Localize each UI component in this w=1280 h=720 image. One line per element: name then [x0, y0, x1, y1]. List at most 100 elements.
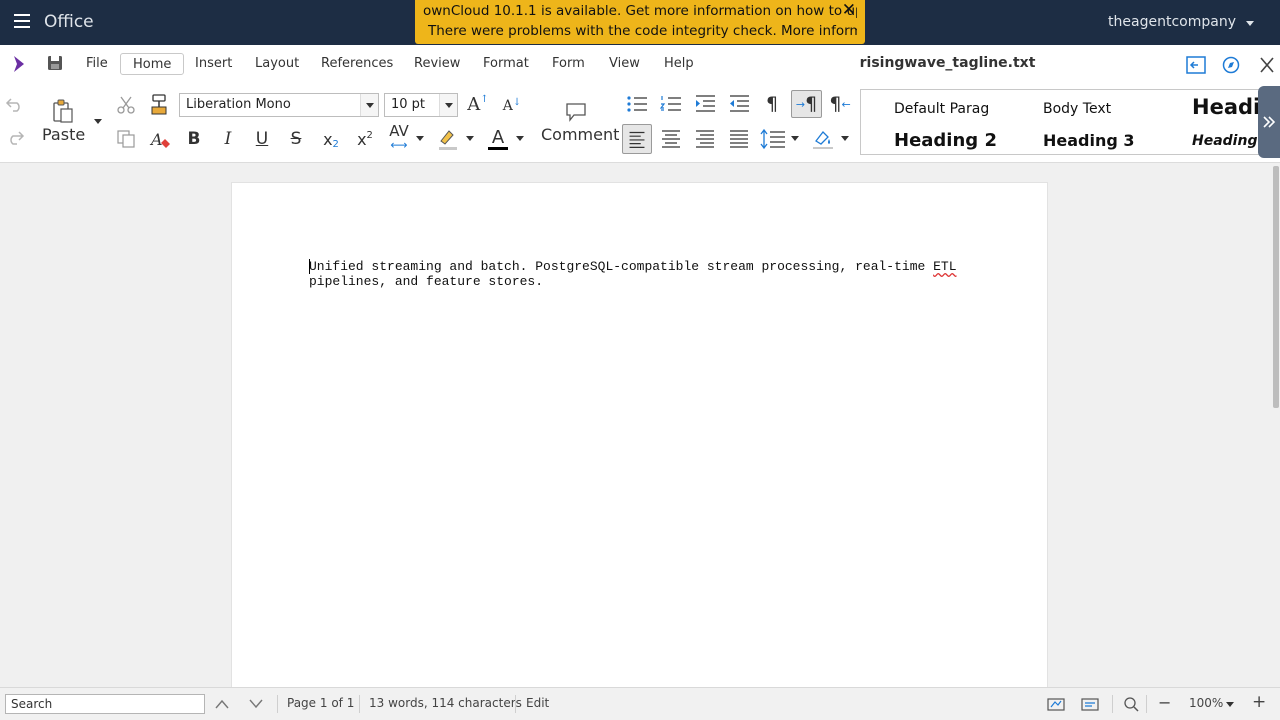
copy-icon[interactable]: [116, 129, 136, 149]
clear-formatting-icon[interactable]: A: [149, 129, 171, 151]
close-document-icon[interactable]: [1257, 56, 1277, 74]
style-heading-3[interactable]: Heading 3: [1043, 131, 1135, 150]
paste-icon[interactable]: [52, 99, 74, 123]
word-count: 13 words, 114 characters: [369, 696, 522, 710]
cut-icon[interactable]: [116, 95, 136, 115]
comment-icon[interactable]: [565, 102, 587, 122]
underline-button[interactable]: U: [252, 128, 272, 150]
user-menu[interactable]: theagentcompany: [1108, 14, 1236, 30]
strikethrough-button[interactable]: S: [286, 128, 306, 150]
ltr-paragraph-button[interactable]: → ¶: [791, 90, 822, 118]
redo-icon[interactable]: [5, 128, 25, 146]
styles-expand-button[interactable]: [1258, 86, 1280, 158]
update-notice-banner[interactable]: ownCloud 10.1.1 is available. Get more i…: [415, 0, 865, 44]
page-info: Page 1 of 1: [287, 696, 355, 710]
menu-review[interactable]: Review: [414, 53, 460, 75]
highlight-chevron-down-icon[interactable]: [466, 136, 474, 141]
numbered-list-icon[interactable]: [660, 94, 682, 114]
compass-icon[interactable]: [1221, 56, 1241, 74]
menu-layout[interactable]: Layout: [255, 53, 299, 75]
character-spacing-button[interactable]: AV ⟷: [386, 122, 412, 153]
align-left-icon[interactable]: [622, 124, 652, 154]
document-text[interactable]: Unified streaming and batch. PostgreSQL-…: [309, 259, 989, 289]
highlight-icon[interactable]: [437, 127, 459, 151]
paste-label[interactable]: Paste: [42, 125, 85, 144]
align-center-icon[interactable]: [660, 128, 682, 150]
font-name-select[interactable]: Liberation Mono: [179, 93, 379, 117]
paragraph-background-chevron-down-icon[interactable]: [841, 136, 849, 141]
decrease-indent-icon[interactable]: [728, 94, 750, 114]
document-page[interactable]: Unified streaming and batch. PostgreSQL-…: [231, 182, 1048, 687]
menu-insert[interactable]: Insert: [195, 53, 232, 75]
scrollbar-thumb[interactable]: [1273, 166, 1279, 408]
zoom-out-button[interactable]: −: [1158, 693, 1171, 712]
svg-text:A: A: [149, 130, 163, 149]
font-size-chevron-down-icon[interactable]: [439, 94, 457, 116]
save-icon[interactable]: [47, 55, 63, 71]
increase-indent-icon[interactable]: [694, 94, 716, 114]
rtl-arrow-icon: ←: [841, 97, 851, 111]
status-divider: [515, 695, 516, 713]
ltr-arrow-icon: →: [795, 97, 806, 111]
track-changes-icon[interactable]: [1047, 696, 1065, 712]
search-next-chevron-down-icon[interactable]: [248, 697, 264, 711]
document-title[interactable]: risingwave_tagline.txt: [860, 55, 1036, 71]
ltr-pilcrow-glyph: ¶: [805, 93, 818, 115]
justify-icon[interactable]: [728, 128, 750, 150]
vertical-scrollbar[interactable]: [1272, 164, 1280, 687]
formatting-marks-button[interactable]: ¶: [762, 92, 782, 116]
menu-file[interactable]: File: [86, 53, 108, 75]
style-body-text[interactable]: Body Text: [1043, 101, 1111, 117]
bold-button[interactable]: B: [184, 128, 204, 150]
office-logo-icon: [14, 56, 24, 72]
clone-formatting-icon[interactable]: [149, 94, 169, 116]
line-spacing-icon[interactable]: [760, 128, 786, 150]
menu-form[interactable]: Form: [552, 53, 585, 75]
search-previous-chevron-up-icon[interactable]: [214, 697, 230, 711]
zoom-fit-icon[interactable]: [1122, 696, 1140, 712]
font-color-chevron-down-icon[interactable]: [516, 136, 524, 141]
zoom-level[interactable]: 100%: [1189, 696, 1223, 710]
update-notice-text[interactable]: ownCloud 10.1.1 is available. Get more i…: [423, 1, 857, 21]
close-notice-icon[interactable]: ✕: [842, 0, 856, 20]
status-divider: [1112, 695, 1113, 713]
document-text-part: Unified streaming and batch. PostgreSQL-…: [309, 259, 934, 274]
menu-format[interactable]: Format: [483, 53, 529, 75]
user-menu-chevron-down-icon[interactable]: [1246, 21, 1254, 26]
search-input[interactable]: [5, 694, 205, 714]
line-spacing-chevron-down-icon[interactable]: [791, 136, 799, 141]
font-name-value: Liberation Mono: [186, 97, 291, 112]
menu-bar: File Home Insert Layout References Revie…: [0, 45, 1280, 83]
undo-icon[interactable]: [5, 95, 25, 113]
style-default-paragraph[interactable]: Default Paragr: [894, 101, 989, 117]
grow-font-icon[interactable]: A ↑: [467, 93, 489, 115]
menu-help[interactable]: Help: [664, 53, 694, 75]
shrink-font-icon[interactable]: A ↓: [501, 95, 523, 117]
rtl-paragraph-button[interactable]: ¶ ←: [828, 92, 852, 116]
menu-view[interactable]: View: [609, 53, 640, 75]
character-spacing-glyph: AV: [389, 122, 409, 140]
style-heading-2[interactable]: Heading 2: [894, 130, 997, 151]
align-right-icon[interactable]: [694, 128, 716, 150]
subscript-button[interactable]: x2: [320, 128, 342, 150]
bullet-list-icon[interactable]: [626, 94, 648, 114]
sidebar-toggle-icon[interactable]: [1186, 56, 1206, 74]
document-repair-icon[interactable]: [1081, 696, 1099, 712]
menu-home[interactable]: Home: [120, 53, 185, 75]
zoom-in-button[interactable]: +: [1252, 692, 1266, 712]
hamburger-menu-icon[interactable]: [14, 14, 30, 30]
superscript-button[interactable]: x2: [354, 128, 376, 150]
font-color-button[interactable]: A: [487, 127, 509, 151]
paste-dropdown-chevron-down-icon[interactable]: [94, 119, 102, 124]
paragraph-background-icon[interactable]: [811, 127, 835, 151]
integrity-warning-text[interactable]: There were problems with the code integr…: [423, 21, 857, 41]
font-color-bar: [488, 146, 508, 150]
comment-label[interactable]: Comment: [541, 125, 619, 144]
menu-references[interactable]: References: [321, 53, 393, 75]
zoom-chevron-down-icon[interactable]: [1226, 702, 1234, 707]
font-name-chevron-down-icon[interactable]: [360, 94, 378, 116]
italic-button[interactable]: I: [218, 128, 238, 150]
character-spacing-chevron-down-icon[interactable]: [416, 136, 424, 141]
misspelled-word[interactable]: ETL: [933, 259, 956, 274]
font-size-select[interactable]: 10 pt: [384, 93, 458, 117]
